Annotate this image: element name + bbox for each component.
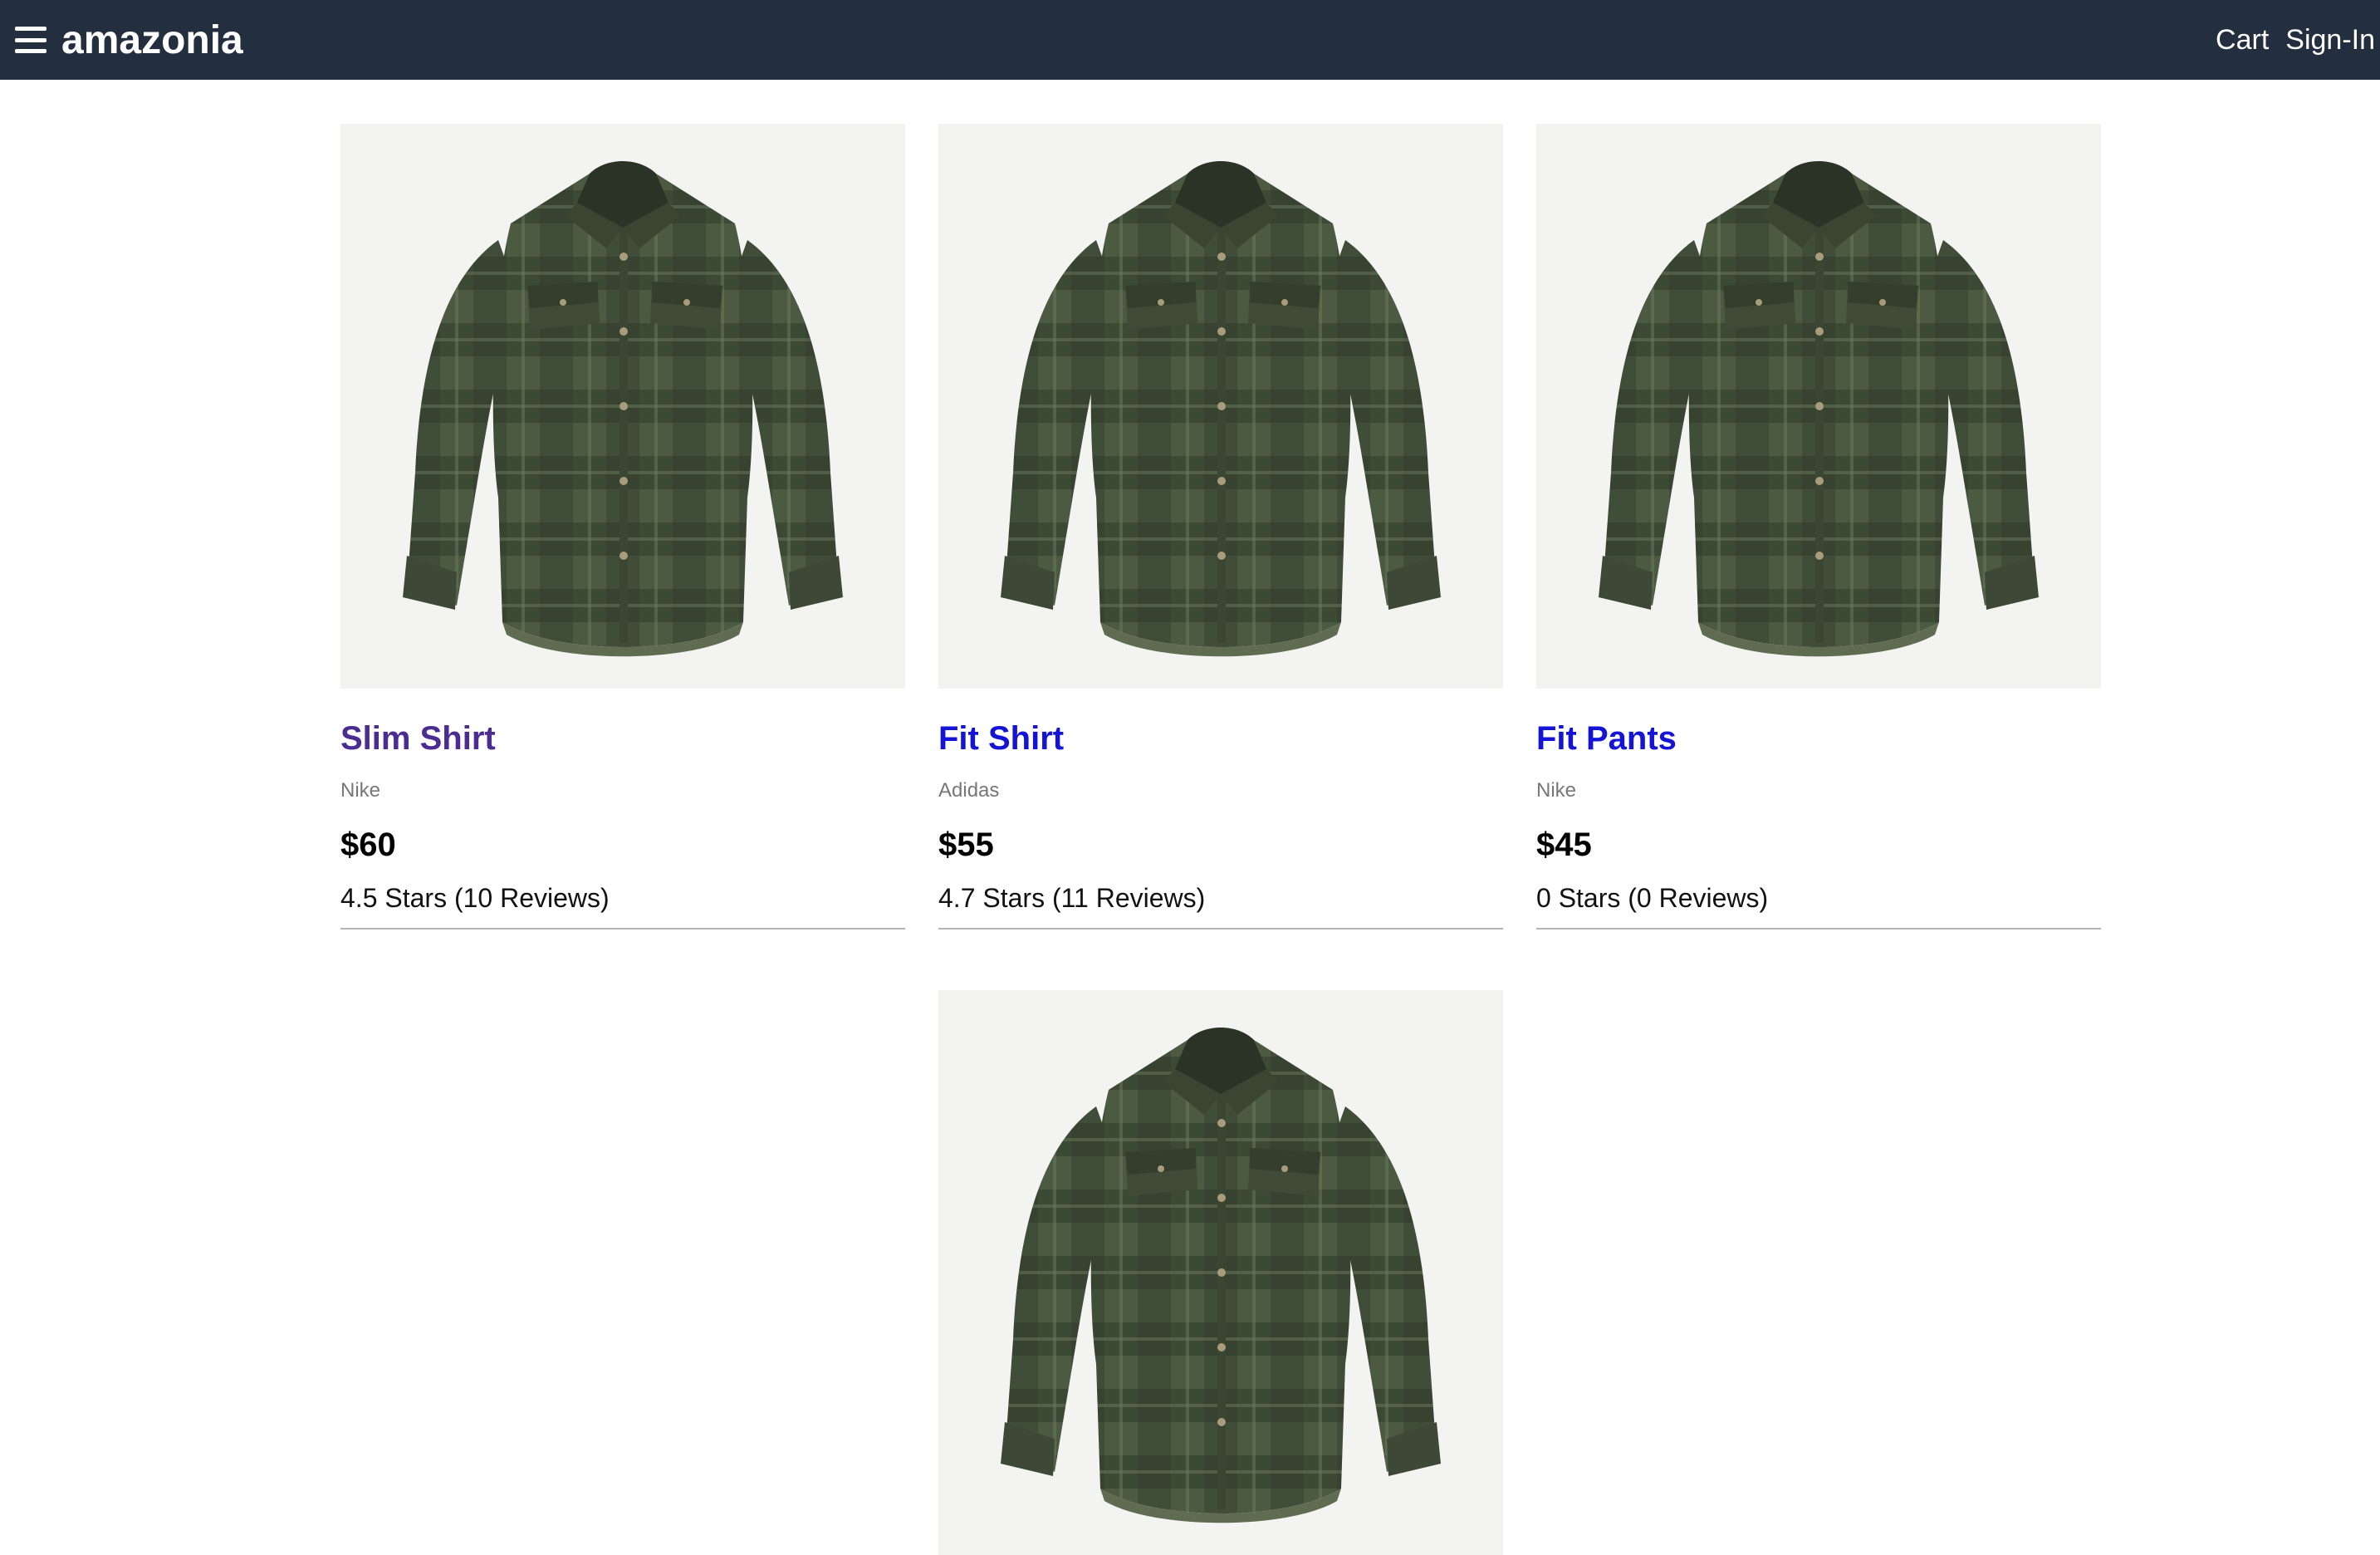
- product-title-link[interactable]: Slim Shirt: [340, 719, 905, 758]
- product-card: Fit Pants Nike $45 0 Stars (0 Reviews): [1536, 124, 2101, 930]
- product-title-link[interactable]: Fit Shirt: [938, 719, 1503, 758]
- product-brand: Nike: [340, 779, 381, 802]
- product-card: Fit Shirt Adidas $55 4.7 Stars (11 Revie…: [938, 124, 1503, 930]
- product-image[interactable]: [938, 124, 1503, 689]
- product-brand: Adidas: [938, 779, 1000, 802]
- product-brand: Nike: [1536, 779, 1577, 802]
- product-title-link[interactable]: Fit Pants: [1536, 719, 2101, 758]
- product-price: $55: [938, 827, 994, 863]
- product-rating: 4.5 Stars (10 Reviews): [340, 881, 905, 930]
- shirt-image: [938, 990, 1503, 1555]
- product-image[interactable]: [1536, 124, 2101, 689]
- product-grid: Slim Shirt Nike $60 4.5 Stars (10 Review…: [0, 0, 2380, 1555]
- product-rating: 4.7 Stars (11 Reviews): [938, 881, 1503, 930]
- shirt-image: [938, 124, 1503, 689]
- product-card: Slim Shirt Nike $60 4.5 Stars (10 Review…: [340, 124, 905, 930]
- product-price: $60: [340, 827, 396, 863]
- product-card: [938, 990, 1503, 1555]
- shirt-image: [1536, 124, 2101, 689]
- shirt-image: [340, 124, 905, 689]
- product-price: $45: [1536, 827, 1592, 863]
- product-rating: 0 Stars (0 Reviews): [1536, 881, 2101, 930]
- product-image[interactable]: [938, 990, 1503, 1555]
- product-image[interactable]: [340, 124, 905, 689]
